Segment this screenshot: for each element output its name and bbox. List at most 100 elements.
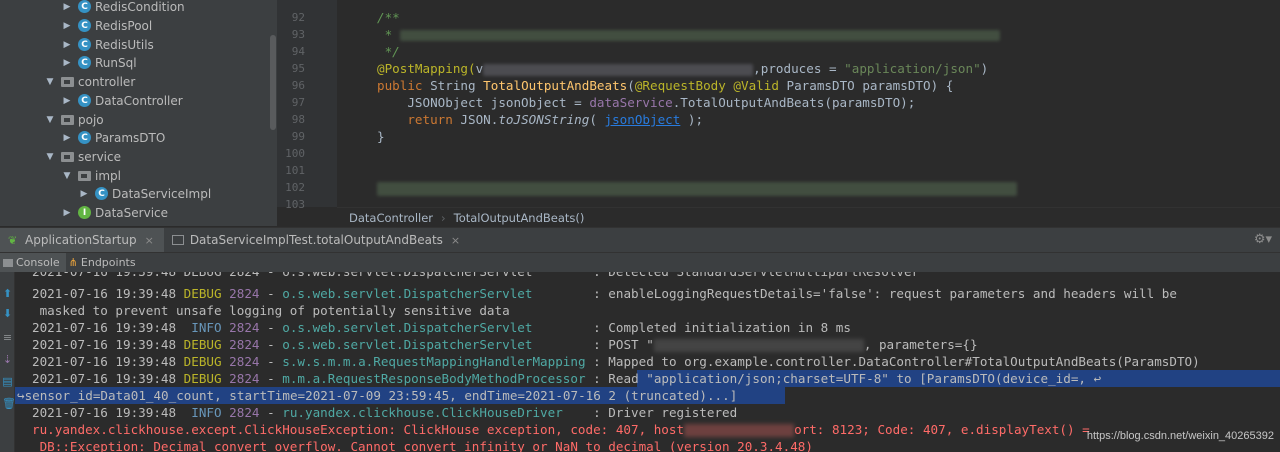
- breadcrumb-item[interactable]: TotalOutputAndBeats(): [454, 211, 585, 225]
- clear-all-icon[interactable]: 🗑: [2, 398, 16, 409]
- expand-arrow-icon[interactable]: ▶: [62, 133, 72, 143]
- redacted-region: [684, 424, 795, 437]
- code-line-102: [377, 179, 1017, 196]
- interface-icon: I: [78, 206, 91, 219]
- package-folder-icon: [61, 114, 74, 125]
- close-icon[interactable]: ×: [451, 234, 460, 247]
- line-number: 98: [291, 113, 305, 126]
- line-number: 94: [291, 45, 305, 58]
- line-number: 99: [291, 130, 305, 143]
- tree-item-controller[interactable]: ▼ controller: [45, 72, 136, 91]
- console-line: 2021-07-16 19:39:48 INFO 2824 - ru.yande…: [32, 405, 738, 420]
- test-run-icon: [171, 235, 184, 245]
- up-arrow-icon[interactable]: ⬆: [2, 288, 13, 299]
- code-line-93: *: [377, 26, 1000, 43]
- line-number: 96: [291, 79, 305, 92]
- code-line-92: /**: [377, 10, 400, 25]
- breadcrumb: DataController › TotalOutputAndBeats(): [337, 207, 1280, 227]
- tree-item-impl[interactable]: ▼ impl: [62, 166, 121, 185]
- expand-arrow-icon[interactable]: ▶: [62, 40, 72, 50]
- endpoints-icon: ⋔: [68, 256, 78, 269]
- redacted-region: [653, 339, 864, 352]
- console-line: masked to prevent unsafe logging of pote…: [32, 303, 510, 318]
- gear-icon[interactable]: ⚙▾: [1254, 232, 1272, 247]
- line-number: 92: [291, 11, 305, 24]
- tree-scrollbar[interactable]: [270, 35, 276, 130]
- console-line: 2021-07-16 19:39:48 INFO 2824 - o.s.web.…: [32, 320, 851, 335]
- expand-arrow-icon[interactable]: ▶: [62, 21, 72, 31]
- console-error-line: DB::Exception: Decimal convert overflow.…: [32, 439, 813, 452]
- redacted-region: [377, 181, 1017, 196]
- expand-arrow-icon[interactable]: ▶: [62, 2, 72, 12]
- tree-item-dataservice[interactable]: ▶ I DataService: [62, 203, 168, 222]
- tree-item-redispool[interactable]: ▶ C RedisPool: [62, 16, 153, 35]
- line-number: 100: [285, 147, 305, 160]
- code-line-99: }: [377, 129, 385, 144]
- redacted-region: [483, 63, 754, 76]
- expand-arrow-icon[interactable]: ▶: [62, 208, 72, 218]
- soft-wrap-icon[interactable]: ≡: [2, 332, 13, 343]
- line-number: 93: [291, 28, 305, 41]
- package-folder-icon: [61, 76, 74, 87]
- code-line-94: */: [377, 44, 400, 59]
- class-icon: C: [78, 38, 91, 51]
- expand-arrow-icon[interactable]: ▶: [62, 96, 72, 106]
- code-line-96: public String TotalOutputAndBeats(@Reque…: [377, 78, 954, 93]
- class-icon: C: [95, 187, 108, 200]
- console-line: 2021-07-16 19:39:48 DEBUG 2824 - o.s.web…: [32, 337, 978, 352]
- console-output[interactable]: 2021-07-16 19:39:48 DEBUG 2824 - o.s.web…: [15, 272, 1280, 452]
- scroll-to-end-icon[interactable]: ⇣: [2, 354, 13, 365]
- console-icon: [3, 258, 13, 267]
- code-line-98: return JSON.toJSONString( jsonObject );: [377, 112, 704, 127]
- collapse-arrow-icon[interactable]: ▼: [45, 152, 55, 162]
- breadcrumb-item[interactable]: DataController: [349, 211, 433, 225]
- tree-item-datacontroller[interactable]: ▶ C DataController: [62, 91, 183, 110]
- package-folder-icon: [61, 151, 74, 162]
- package-folder-icon: [78, 170, 91, 181]
- code-line-95: @PostMapping(v ,produces = "application/j…: [377, 61, 989, 76]
- code-line-97: JSONObject jsonObject = dataService.Tota…: [377, 95, 916, 110]
- console-line: 2021-07-16 19:39:48 DEBUG 2824 - s.w.s.m…: [32, 354, 1200, 369]
- console-error-line: ru.yandex.clickhouse.except.ClickHouseEx…: [32, 422, 1090, 437]
- line-number: 95: [291, 62, 305, 75]
- tab-console[interactable]: Console: [0, 252, 66, 273]
- console-toolbar: ⬆ ⬇ ≡ ⇣ ▤ 🗑: [0, 272, 16, 452]
- collapse-arrow-icon[interactable]: ▼: [62, 171, 72, 181]
- tree-item-dataserviceimpl[interactable]: ▶ C DataServiceImpl: [79, 184, 212, 203]
- console-line: ↪sensor_id=Data01_40_count, startTime=20…: [17, 388, 738, 403]
- close-icon[interactable]: ×: [145, 234, 154, 247]
- expand-arrow-icon[interactable]: ▶: [62, 58, 72, 68]
- class-icon: C: [78, 19, 91, 32]
- tree-item-paramsdto[interactable]: ▶ C ParamsDTO: [62, 128, 166, 147]
- line-number: 103: [285, 198, 305, 211]
- collapse-arrow-icon[interactable]: ▼: [45, 77, 55, 87]
- expand-arrow-icon[interactable]: ▶: [79, 189, 89, 199]
- console-sub-tabs: Console ⋔ Endpoints: [0, 252, 1280, 273]
- line-number: 101: [285, 164, 305, 177]
- line-number: 102: [285, 181, 305, 194]
- collapse-arrow-icon[interactable]: ▼: [45, 115, 55, 125]
- class-icon: C: [78, 0, 91, 13]
- project-tree: ▶ C RedisCondition ▶ C RedisPool ▶ C Red…: [0, 0, 277, 226]
- breadcrumb-separator-icon: ›: [441, 210, 446, 225]
- tree-item-runsql[interactable]: ▶ C RunSql: [62, 53, 137, 72]
- redacted-region: [399, 30, 1000, 41]
- tab-application-startup[interactable]: ❦ ApplicationStartup ×: [0, 227, 164, 253]
- tree-item-redisutils[interactable]: ▶ C RedisUtils: [62, 35, 154, 54]
- class-icon: C: [78, 94, 91, 107]
- tab-endpoints[interactable]: ⋔ Endpoints: [66, 253, 142, 273]
- tree-item-pojo[interactable]: ▼ pojo: [45, 110, 104, 129]
- print-icon[interactable]: ▤: [2, 376, 13, 387]
- console-line: 2021-07-16 19:39:48 DEBUG 2824 - o.s.web…: [32, 272, 919, 280]
- console-line: 2021-07-16 19:39:48 DEBUG 2824 - m.m.a.R…: [32, 371, 1102, 386]
- console-line: 2021-07-16 19:39:48 DEBUG 2824 - o.s.web…: [32, 286, 1177, 301]
- tree-item-rediscondition[interactable]: ▶ C RedisCondition: [62, 0, 185, 16]
- editor-gutter: 92 93 94 95 96 97 98 99 100 101 102 103: [277, 0, 348, 211]
- tree-item-service[interactable]: ▼ service: [45, 147, 121, 166]
- code-editor[interactable]: /** * */ @PostMapping(v ,produces = "appl…: [337, 0, 1280, 207]
- run-tool-tabs: ❦ ApplicationStartup × DataServiceImplTe…: [0, 227, 1280, 253]
- down-arrow-icon[interactable]: ⬇: [2, 308, 13, 319]
- tab-test-run[interactable]: DataServiceImplTest.totalOutputAndBeats …: [164, 228, 470, 253]
- ide-window: ▶ C RedisCondition ▶ C RedisPool ▶ C Red…: [0, 0, 1280, 452]
- line-number: 97: [291, 96, 305, 109]
